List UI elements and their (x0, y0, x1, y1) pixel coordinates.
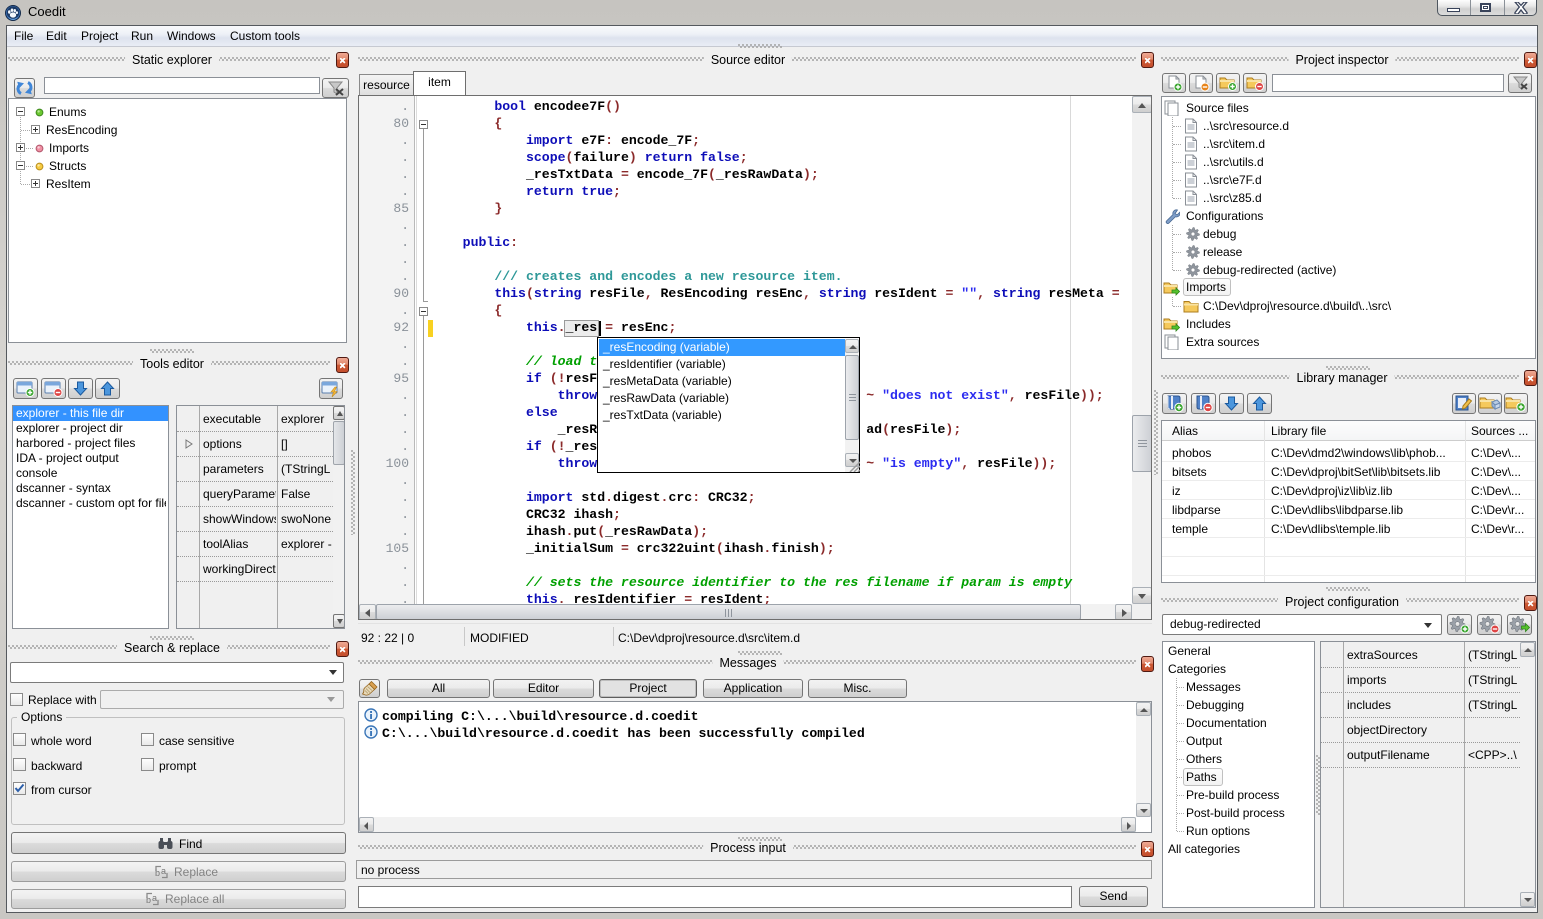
svg-text:a: a (161, 866, 166, 876)
svg-text:b: b (155, 868, 160, 878)
svg-text:b: b (146, 895, 151, 905)
svg-text:a: a (152, 893, 157, 903)
